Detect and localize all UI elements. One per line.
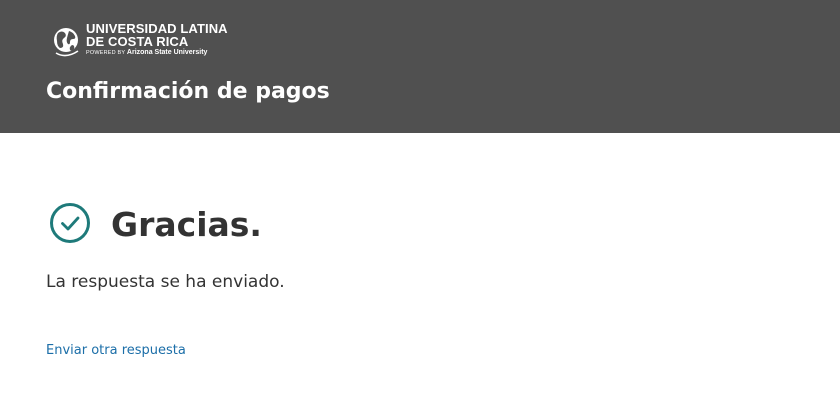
- logo-line-country: DE COSTA RICA: [86, 34, 189, 49]
- globe-icon: [54, 28, 79, 57]
- page-title: Confirmación de pagos: [46, 79, 330, 104]
- check-circle-icon: [50, 203, 90, 243]
- powered-by-brand: Arizona State University: [126, 49, 208, 56]
- form-header: UNIVERSIDAD LATINA DE COSTA RICA POWERED…: [0, 0, 840, 133]
- send-another-response-link[interactable]: Enviar otra respuesta: [46, 343, 186, 358]
- thanks-heading: Gracias.: [111, 205, 262, 244]
- logo-line-powered-by: POWERED BY Arizona State University: [86, 49, 228, 57]
- response-sent-message: La respuesta se ha enviado.: [46, 272, 285, 292]
- logo-wordmark: UNIVERSIDAD LATINA DE COSTA RICA POWERED…: [86, 22, 228, 57]
- powered-by-prefix: POWERED BY: [86, 50, 127, 56]
- university-logo: UNIVERSIDAD LATINA DE COSTA RICA POWERED…: [52, 22, 228, 59]
